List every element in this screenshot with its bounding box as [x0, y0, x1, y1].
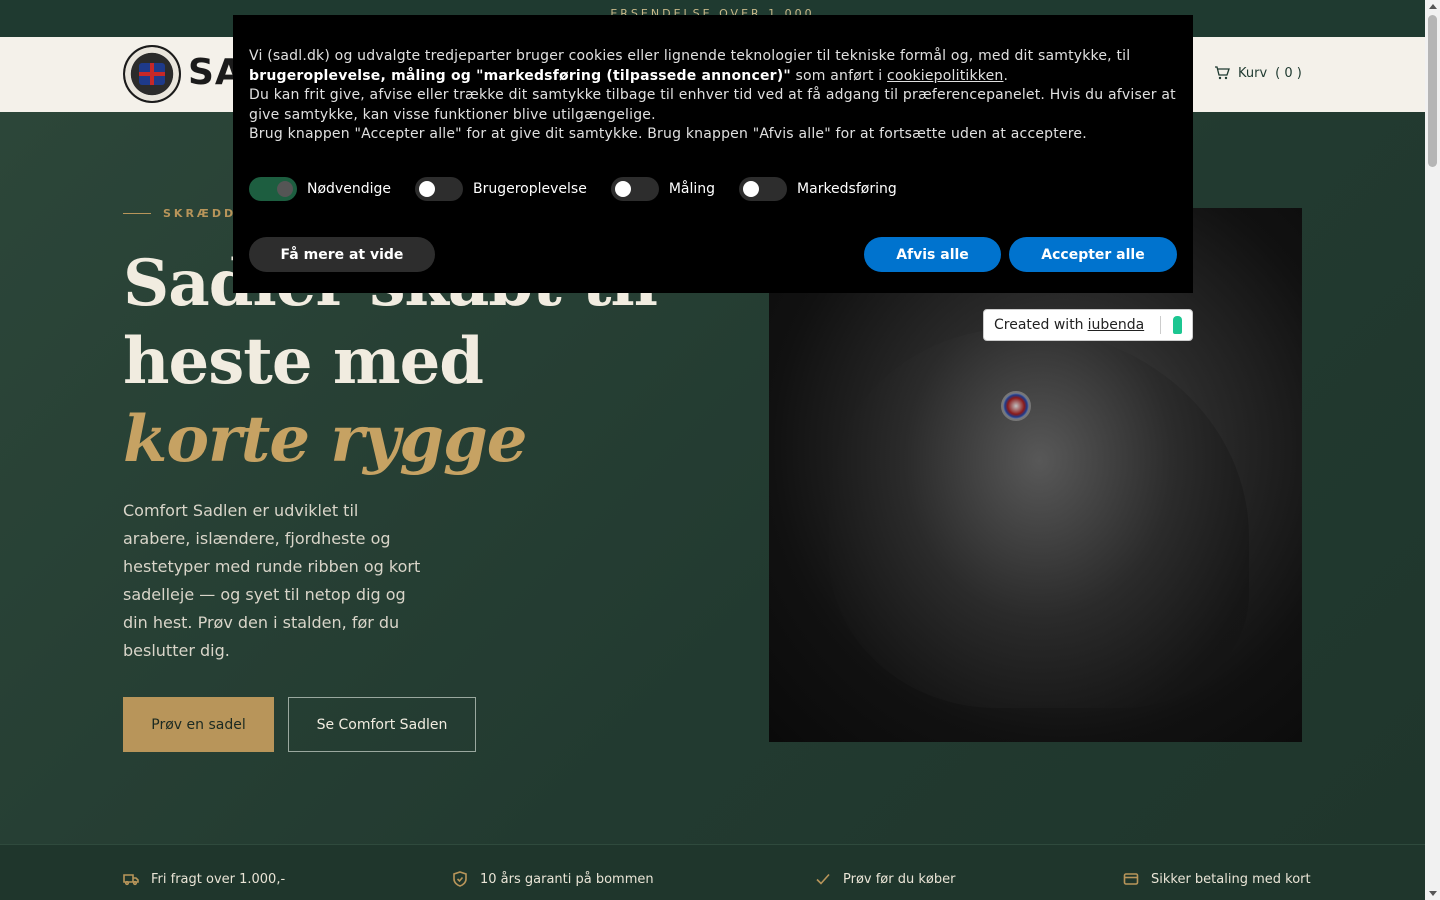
feature-try-before-buy: Prøv før du køber: [815, 871, 955, 887]
iubenda-badge[interactable]: Created with iubenda: [983, 309, 1193, 341]
scroll-down-icon[interactable]: [1429, 891, 1437, 896]
cart-count: ( 0 ): [1275, 65, 1302, 81]
card-icon: [1123, 873, 1139, 885]
toggle-knob: [277, 181, 293, 197]
try-saddle-button[interactable]: Prøv en sadel: [123, 697, 274, 752]
cookie-text-1: Vi (sadl.dk) og udvalgte tredjeparter br…: [249, 47, 1177, 86]
toggle-marketing[interactable]: Markedsføring: [739, 177, 897, 201]
cookie-text-purposes: brugeroplevelse, måling og "markedsførin…: [249, 67, 791, 84]
iubenda-link[interactable]: iubenda: [1088, 317, 1145, 333]
features-strip: Fri fragt over 1.000,- 10 års garanti på…: [0, 844, 1425, 900]
toggle-switch[interactable]: [739, 177, 788, 201]
toggle-necessary[interactable]: Nødvendige: [249, 177, 391, 201]
toggle-switch[interactable]: [249, 177, 297, 201]
toggle-knob: [614, 181, 631, 197]
logo-badge[interactable]: [123, 45, 181, 103]
check-icon: [816, 873, 830, 885]
feature-label: 10 års garanti på bommen: [480, 871, 654, 887]
shield-icon: [453, 871, 467, 887]
toggle-user-experience[interactable]: Brugeroplevelse: [414, 177, 587, 201]
iubenda-divider: [1160, 316, 1162, 334]
feature-secure-payment: Sikker betaling med kort: [1123, 871, 1311, 887]
toggle-measurement[interactable]: Måling: [610, 177, 716, 201]
cookie-text-3: Brug knappen "Accepter alle" for at give…: [249, 126, 1087, 142]
toggle-knob: [418, 181, 435, 197]
learn-more-button[interactable]: Få mere at vide: [249, 237, 435, 272]
iubenda-prefix: Created with: [994, 317, 1084, 333]
scroll-up-icon[interactable]: [1429, 4, 1437, 9]
truck-icon: [123, 874, 139, 886]
cookie-toggles: Nødvendige Brugeroplevelse Måling Marked…: [249, 177, 921, 201]
cookie-text-mid: som anført i: [790, 67, 888, 84]
eyebrow-divider: [123, 213, 151, 214]
toggle-knob: [743, 181, 760, 197]
cookie-text-intro: Vi (sadl.dk) og udvalgte tredjeparter br…: [249, 48, 1131, 64]
feature-label: Fri fragt over 1.000,-: [151, 871, 286, 887]
cookie-text-2: Du kan frit give, afvise eller trække di…: [249, 87, 1176, 123]
reject-all-button[interactable]: Afvis alle: [864, 237, 1001, 272]
scroll-thumb[interactable]: [1428, 15, 1437, 167]
cookie-text-end: .: [1003, 67, 1009, 84]
accept-all-button[interactable]: Accepter alle: [1009, 237, 1177, 272]
feature-label: Sikker betaling med kort: [1151, 871, 1311, 887]
cookie-policy-link[interactable]: cookiepolitikken: [887, 68, 1003, 84]
toggle-label: Brugeroplevelse: [472, 181, 587, 197]
cookie-banner: Vi (sadl.dk) og udvalgte tredjeparter br…: [233, 15, 1193, 293]
see-comfort-saddle-button[interactable]: Se Comfort Sadlen: [288, 697, 476, 752]
toggle-switch[interactable]: [414, 177, 463, 201]
headline-accent: korte rygge: [123, 402, 527, 477]
cart-label: Kurv: [1238, 65, 1268, 81]
toggle-label: Markedsføring: [797, 181, 897, 197]
feature-free-shipping: Fri fragt over 1.000,-: [123, 871, 285, 887]
toggle-label: Nødvendige: [307, 181, 391, 197]
cart-icon: [1215, 66, 1230, 80]
saddle-badge-icon: [1001, 391, 1031, 421]
hero-lead: Comfort Sadlen er udviklet til arabere, …: [123, 501, 421, 660]
union-jack-icon: [139, 63, 165, 85]
toggle-label: Måling: [668, 181, 716, 197]
cart-link[interactable]: Kurv ( 0 ): [1214, 65, 1302, 81]
page-scrollbar[interactable]: [1425, 0, 1440, 900]
feature-warranty: 10 års garanti på bommen: [452, 871, 654, 887]
saddle-shape: [829, 328, 1249, 708]
iubenda-logo-icon: [1173, 316, 1183, 334]
feature-label: Prøv før du køber: [843, 871, 956, 887]
toggle-switch[interactable]: [610, 177, 659, 201]
